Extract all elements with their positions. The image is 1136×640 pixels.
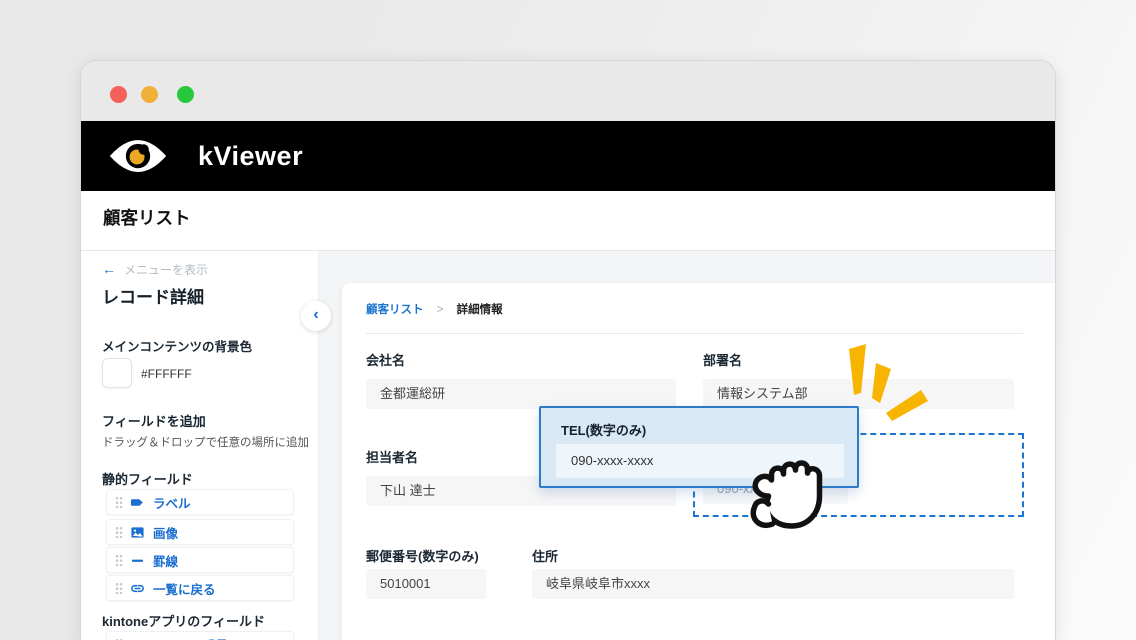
sidebar-item-label[interactable]: ラベル xyxy=(106,489,294,515)
link-icon xyxy=(130,637,145,640)
sidebar-item-back-to-list[interactable]: 一覧に戻る xyxy=(106,575,294,601)
drag-handle-icon[interactable] xyxy=(115,526,123,538)
drag-handle-icon[interactable] xyxy=(115,582,123,594)
zip-field[interactable]: 5010001 xyxy=(366,569,486,599)
bg-color-swatch[interactable] xyxy=(102,358,132,388)
bg-color-value[interactable]: #FFFFFF xyxy=(141,367,192,381)
page-title: 顧客リスト xyxy=(103,208,191,228)
image-icon xyxy=(131,526,144,538)
chevron-left-icon: ‹ xyxy=(313,306,319,323)
bg-color-label: メインコンテンツの背景色 xyxy=(102,340,253,354)
divider xyxy=(366,333,1023,334)
show-menu-link[interactable]: ← メニューを表示 xyxy=(102,261,208,278)
maximize-window-icon[interactable] xyxy=(177,86,194,103)
grab-hand-cursor-icon xyxy=(750,460,823,529)
breadcrumb-separator: > xyxy=(436,304,444,316)
drag-handle-icon[interactable] xyxy=(115,496,123,508)
brand-name: kViewer xyxy=(198,140,304,171)
back-arrow-icon: ← xyxy=(102,261,116,277)
page-title-bar: 顧客リスト xyxy=(81,191,1055,251)
panel-title: レコード詳細 xyxy=(102,288,204,307)
link-icon xyxy=(131,584,144,592)
company-field[interactable]: 金都運総研 xyxy=(366,379,676,409)
horizontal-line-icon xyxy=(131,559,144,562)
sidebar-item-image[interactable]: 画像 xyxy=(106,519,294,545)
static-fields-title: 静的フィールド xyxy=(102,472,193,487)
department-label: 部署名 xyxy=(703,353,743,368)
address-field[interactable]: 岐阜県岐阜市xxxx xyxy=(532,569,1014,599)
kviewer-eye-icon xyxy=(109,140,167,172)
add-field-hint: ドラッグ＆ドロップで任意の場所に追加 xyxy=(102,437,309,449)
app-header: kViewer xyxy=(81,121,1055,191)
sidebar-item-record-number[interactable]: レコード番号 xyxy=(106,631,294,640)
window-chrome xyxy=(81,61,1055,121)
settings-sidebar: ← メニューを表示 レコード詳細 メインコンテンツの背景色 #FFFFFF フィー… xyxy=(81,251,319,640)
person-label: 担当者名 xyxy=(366,450,419,465)
minimize-window-icon[interactable] xyxy=(141,86,158,103)
show-menu-label: メニューを表示 xyxy=(124,263,209,277)
collapse-sidebar-button[interactable]: ‹ xyxy=(301,301,331,331)
sidebar-item-rule[interactable]: 罫線 xyxy=(106,547,294,573)
tag-icon xyxy=(130,498,143,506)
breadcrumb-current: 詳細情報 xyxy=(456,304,503,316)
add-field-title: フィールドを追加 xyxy=(102,414,206,429)
zip-label: 郵便番号(数字のみ) xyxy=(366,549,479,564)
kintone-fields-title: kintoneアプリのフィールド xyxy=(102,614,265,629)
company-label: 会社名 xyxy=(366,353,406,368)
content-area: ← メニューを表示 レコード詳細 メインコンテンツの背景色 #FFFFFF フィー… xyxy=(81,251,1055,640)
breadcrumb-root-link[interactable]: 顧客リスト xyxy=(366,304,424,316)
breadcrumb: 顧客リスト > 詳細情報 xyxy=(366,301,503,317)
tel-label: TEL(数字のみ) xyxy=(561,423,647,438)
address-label: 住所 xyxy=(532,549,559,564)
drag-handle-icon[interactable] xyxy=(115,554,123,566)
close-window-icon[interactable] xyxy=(110,86,127,103)
browser-window: kViewer 顧客リスト ← メニューを表示 レコード詳細 メインコンテンツの背… xyxy=(80,60,1056,640)
